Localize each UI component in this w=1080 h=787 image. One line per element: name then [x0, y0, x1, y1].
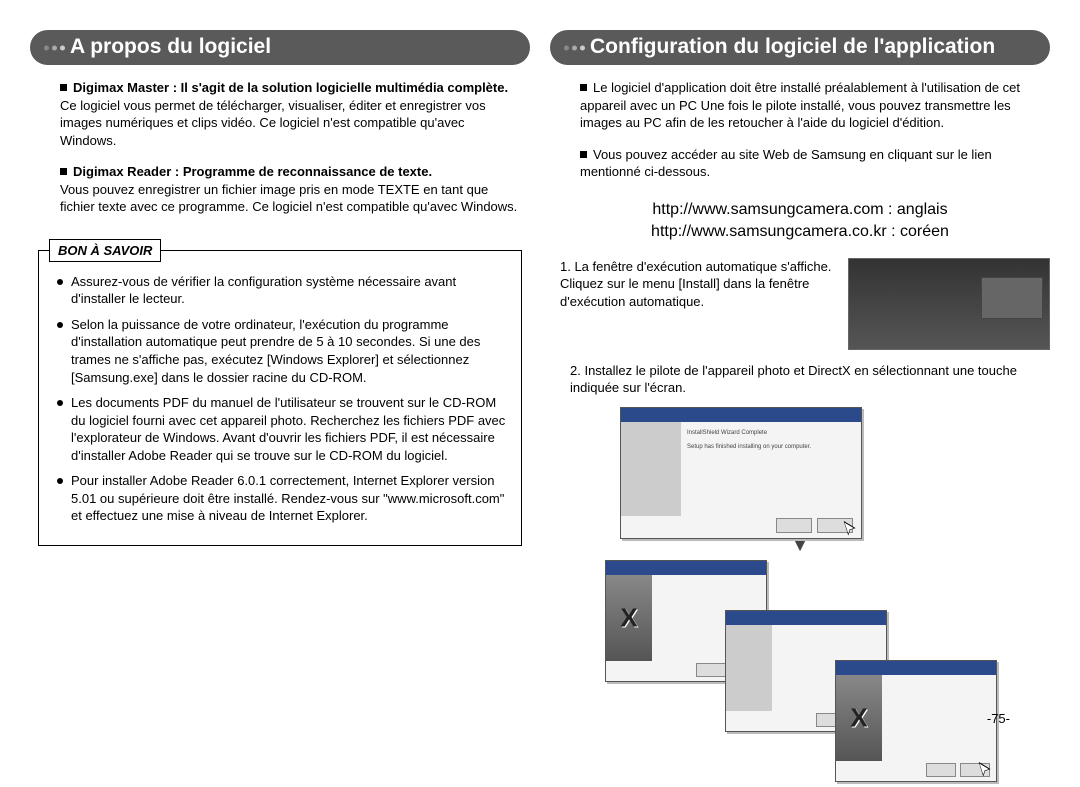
intro-paragraph-1: Le logiciel d'application doit être inst… — [580, 79, 1040, 132]
banner-dots-icon — [564, 45, 585, 50]
installer-screenshot-icon — [848, 258, 1050, 350]
step-2-text: 2. Installez le pilote de l'appareil pho… — [550, 362, 1050, 397]
cursor-click-icon — [840, 519, 862, 541]
wizard-screenshot-1: InstallShield Wizard CompleteSetup has f… — [620, 407, 862, 539]
paragraph-digimax-master: Digimax Master : Il s'agit de la solutio… — [60, 79, 520, 149]
list-item: Selon la puissance de votre ordinateur, … — [53, 316, 507, 386]
square-bullet-icon — [60, 84, 67, 91]
step-1-text: 1. La fenêtre d'exécution automatique s'… — [550, 258, 838, 311]
list-item: Pour installer Adobe Reader 6.0.1 correc… — [53, 472, 507, 525]
square-bullet-icon — [580, 84, 587, 91]
list-item: Assurez-vous de vérifier la configuratio… — [53, 273, 507, 308]
left-title-text: A propos du logiciel — [70, 35, 271, 58]
info-bullet-list: Assurez-vous de vérifier la configuratio… — [53, 273, 507, 525]
info-box: BON À SAVOIR Assurez-vous de vérifier la… — [38, 250, 522, 546]
url-korean: http://www.samsungcamera.co.kr : coréen — [550, 221, 1050, 243]
list-item: Les documents PDF du manuel de l'utilisa… — [53, 394, 507, 464]
wizard-screenshot-4 — [835, 660, 997, 782]
wizard-cluster — [605, 560, 995, 736]
url-block: http://www.samsungcamera.com : anglais h… — [550, 199, 1050, 244]
url-english: http://www.samsungcamera.com : anglais — [550, 199, 1050, 221]
page-number: -75- — [987, 711, 1010, 726]
section-title-left: A propos du logiciel — [30, 30, 530, 65]
right-title-text: Configuration du logiciel de l'applicati… — [590, 35, 995, 58]
square-bullet-icon — [60, 168, 67, 175]
intro-paragraph-2: Vous pouvez accéder au site Web de Samsu… — [580, 146, 1040, 181]
square-bullet-icon — [580, 151, 587, 158]
section-title-right: Configuration du logiciel de l'applicati… — [550, 30, 1050, 65]
paragraph-digimax-reader: Digimax Reader : Programme de reconnaiss… — [60, 163, 520, 216]
banner-dots-icon — [44, 45, 65, 50]
cursor-click-icon — [975, 760, 997, 782]
info-box-title: BON À SAVOIR — [49, 239, 161, 263]
